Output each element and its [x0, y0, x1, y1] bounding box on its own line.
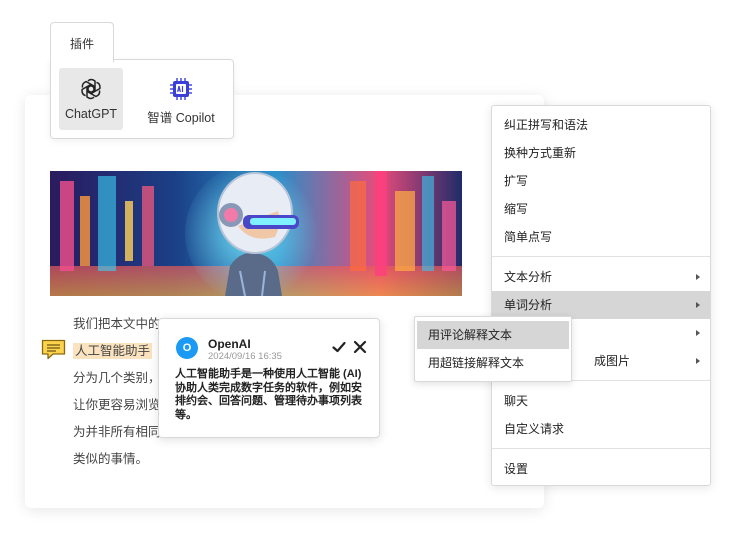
- doc-line-4: 让你更容易浏览: [73, 398, 161, 412]
- menu-item-word-analysis-label: 单词分析: [504, 298, 553, 312]
- plugin-chatgpt-label: ChatGPT: [64, 107, 118, 121]
- plugin-tab[interactable]: 插件: [50, 22, 114, 62]
- comment-author: OpenAI: [208, 337, 251, 351]
- chevron-right-icon: [696, 358, 700, 364]
- checkmark-icon[interactable]: [331, 339, 347, 355]
- highlighted-text[interactable]: 人工智能助手: [73, 343, 153, 359]
- plugin-panel: ChatGPT 智谱 Copilot: [50, 59, 234, 139]
- plugin-tab-label: 插件: [69, 37, 94, 51]
- doc-line-1: 我们把本文中的: [73, 317, 161, 331]
- doc-line-2[interactable]: 人工智能助手: [73, 342, 153, 360]
- comment-popup: O OpenAI 2024/09/16 16:35 人工智能助手是一种使用人工智…: [158, 318, 380, 438]
- submenu: 用评论解释文本 用超链接解释文本: [414, 316, 572, 382]
- banner-illustration: [50, 171, 462, 296]
- plugin-copilot[interactable]: 智谱 Copilot: [137, 68, 225, 130]
- comment-icon[interactable]: [41, 339, 66, 360]
- banner-image: [50, 171, 462, 296]
- close-icon[interactable]: [352, 339, 368, 355]
- menu-item-custom-request[interactable]: 自定义请求: [492, 415, 710, 443]
- menu-item-simplify[interactable]: 简单点写: [492, 223, 710, 251]
- avatar: O: [176, 337, 198, 359]
- menu-item-rewrite[interactable]: 换种方式重新: [492, 139, 710, 167]
- context-menu: 纠正拼写和语法 换种方式重新 扩写 缩写 简单点写 文本分析 单词分析 成图片 …: [491, 105, 711, 486]
- doc-line-6: 类似的事情。: [73, 452, 149, 466]
- menu-item-word-analysis[interactable]: 单词分析: [492, 291, 710, 319]
- menu-item-shorten[interactable]: 缩写: [492, 195, 710, 223]
- chevron-right-icon: [696, 302, 700, 308]
- submenu-item-comment-explain[interactable]: 用评论解释文本: [417, 321, 569, 349]
- plugin-copilot-label: 智谱 Copilot: [147, 111, 215, 125]
- openai-icon: [79, 77, 103, 101]
- chevron-right-icon: [696, 330, 700, 336]
- submenu-item-hyperlink-explain[interactable]: 用超链接解释文本: [417, 349, 569, 377]
- ai-chip-icon: [169, 77, 193, 101]
- menu-item-chat[interactable]: 聊天: [492, 387, 710, 415]
- doc-line-3: 分为几个类别，: [73, 371, 161, 385]
- doc-line-5: 为并非所有相同: [73, 425, 161, 439]
- menu-item-settings[interactable]: 设置: [492, 455, 710, 483]
- chevron-right-icon: [696, 274, 700, 280]
- comment-timestamp: 2024/09/16 16:35: [208, 351, 282, 362]
- menu-divider: [492, 448, 710, 449]
- menu-divider: [492, 256, 710, 257]
- comment-body: 人工智能助手是一种使用人工智能 (AI) 协助人类完成数字任务的软件，例如安排约…: [175, 368, 362, 421]
- menu-item-fix-spelling[interactable]: 纠正拼写和语法: [492, 111, 710, 139]
- menu-item-expand[interactable]: 扩写: [492, 167, 710, 195]
- plugin-chatgpt[interactable]: ChatGPT: [59, 68, 123, 130]
- document-card: [25, 95, 544, 508]
- menu-item-text-analysis[interactable]: 文本分析: [492, 263, 710, 291]
- menu-item-text-analysis-label: 文本分析: [504, 270, 553, 284]
